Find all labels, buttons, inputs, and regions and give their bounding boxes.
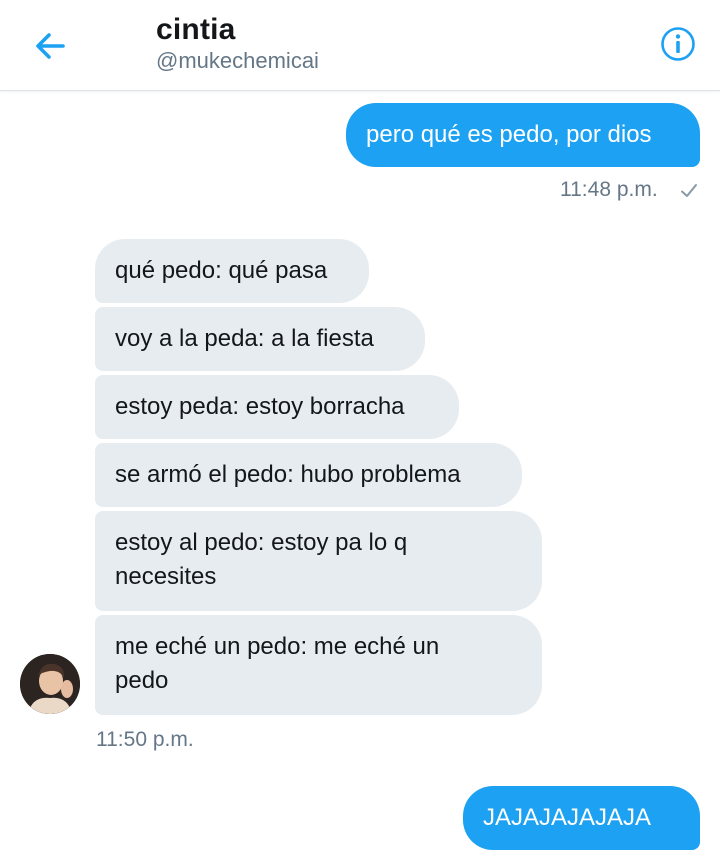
arrow-left-icon [36,33,65,59]
info-button[interactable] [658,24,698,64]
incoming-message-bubble[interactable]: se armó el pedo: hubo problema [95,443,522,507]
incoming-message-bubble[interactable]: me eché un pedo: me eché un pedo [95,615,542,715]
checkmark-icon [681,184,697,197]
outgoing-message-bubble[interactable]: pero qué es pedo, por dios [346,103,700,167]
incoming-message-bubble[interactable]: voy a la peda: a la fiesta [95,307,425,371]
conversation-header: cintia @mukechemicai [0,0,720,91]
incoming-message-bubble[interactable]: qué pedo: qué pasa [95,239,369,303]
avatar-image [20,654,80,714]
info-icon [661,27,695,61]
incoming-message-bubble[interactable]: estoy al pedo: estoy pa lo q necesites [95,511,542,611]
avatar[interactable] [20,654,80,714]
incoming-message-bubble[interactable]: estoy peda: estoy borracha [95,375,459,439]
message-timestamp: 11:48 p.m. [560,178,658,201]
conversation-title[interactable]: cintia [156,13,236,47]
outgoing-message-meta: 11:48 p.m. [540,178,700,206]
outgoing-message-bubble[interactable]: JAJAJAJAJAJA [463,786,700,850]
message-timestamp: 11:50 p.m. [96,728,194,751]
conversation-handle[interactable]: @mukechemicai [156,48,319,74]
back-button[interactable] [28,24,72,68]
